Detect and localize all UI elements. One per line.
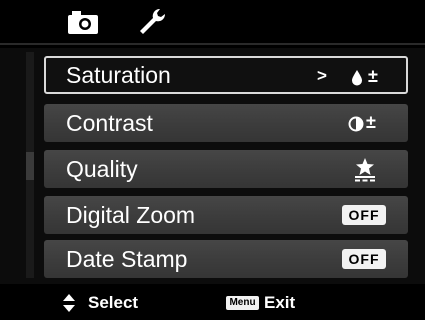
submenu-arrow-icon: >: [317, 66, 327, 85]
up-down-arrows-icon: [63, 294, 75, 312]
menu-item-date-stamp[interactable]: Date Stamp OFF: [44, 240, 408, 278]
menu-item-digital-zoom[interactable]: Digital Zoom OFF: [44, 196, 408, 234]
select-hint: Select: [88, 293, 139, 312]
menu-item-label: Saturation: [66, 62, 171, 88]
adjust-plus-minus-icon: ±: [366, 112, 376, 132]
menu-item-contrast[interactable]: Contrast ±: [44, 104, 408, 142]
scrollbar-thumb[interactable]: [26, 152, 34, 180]
menu-item-quality[interactable]: Quality: [44, 150, 408, 188]
off-badge: OFF: [342, 249, 386, 269]
footer-hints: Select Menu Exit: [0, 286, 425, 320]
mode-tab-bar: [0, 0, 425, 42]
menu-item-label: Quality: [66, 156, 138, 182]
contrast-icon: [348, 116, 364, 132]
camera-icon[interactable]: [66, 8, 100, 36]
menu-button-badge: Menu: [226, 296, 259, 310]
quality-stars-icon: [355, 158, 375, 182]
menu-item-label: Contrast: [66, 110, 153, 136]
header-divider: [0, 43, 425, 45]
wrench-icon[interactable]: [136, 6, 168, 38]
menu-item-label: Digital Zoom: [66, 202, 196, 228]
menu-item-label: Date Stamp: [66, 246, 188, 272]
adjust-plus-minus-icon: ±: [368, 66, 378, 86]
menu-item-saturation[interactable]: Saturation > ±: [44, 56, 408, 94]
exit-hint: Exit: [264, 293, 296, 312]
off-badge: OFF: [342, 205, 386, 225]
